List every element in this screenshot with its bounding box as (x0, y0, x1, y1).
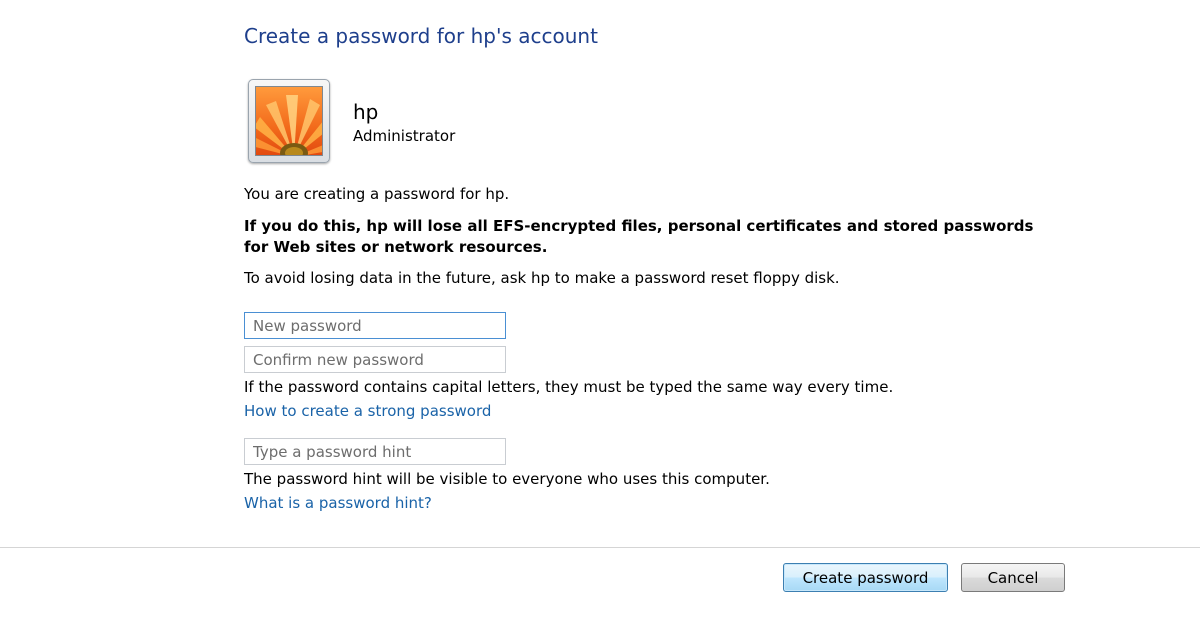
password-hint-input[interactable] (244, 438, 506, 465)
user-role: Administrator (353, 127, 456, 145)
footer-divider (0, 547, 1200, 548)
create-password-page: Create a password for hp's account hp Ad… (0, 0, 1200, 628)
confirm-password-input[interactable] (244, 346, 506, 373)
hint-visibility-note: The password hint will be visible to eve… (244, 470, 770, 488)
user-name: hp (353, 100, 379, 124)
user-avatar (248, 79, 330, 163)
warning-text: If you do this, hp will lose all EFS-enc… (244, 217, 1034, 256)
strong-password-link[interactable]: How to create a strong password (244, 402, 491, 420)
password-hint-link[interactable]: What is a password hint? (244, 494, 432, 512)
creating-for-text: You are creating a password for hp. (244, 185, 510, 203)
advice-text: To avoid losing data in the future, ask … (244, 269, 840, 287)
create-password-button[interactable]: Create password (783, 563, 948, 592)
new-password-input[interactable] (244, 312, 506, 339)
cancel-button[interactable]: Cancel (961, 563, 1065, 592)
flower-avatar-icon (255, 86, 323, 156)
page-title: Create a password for hp's account (244, 24, 598, 48)
capital-letters-note: If the password contains capital letters… (244, 378, 894, 396)
